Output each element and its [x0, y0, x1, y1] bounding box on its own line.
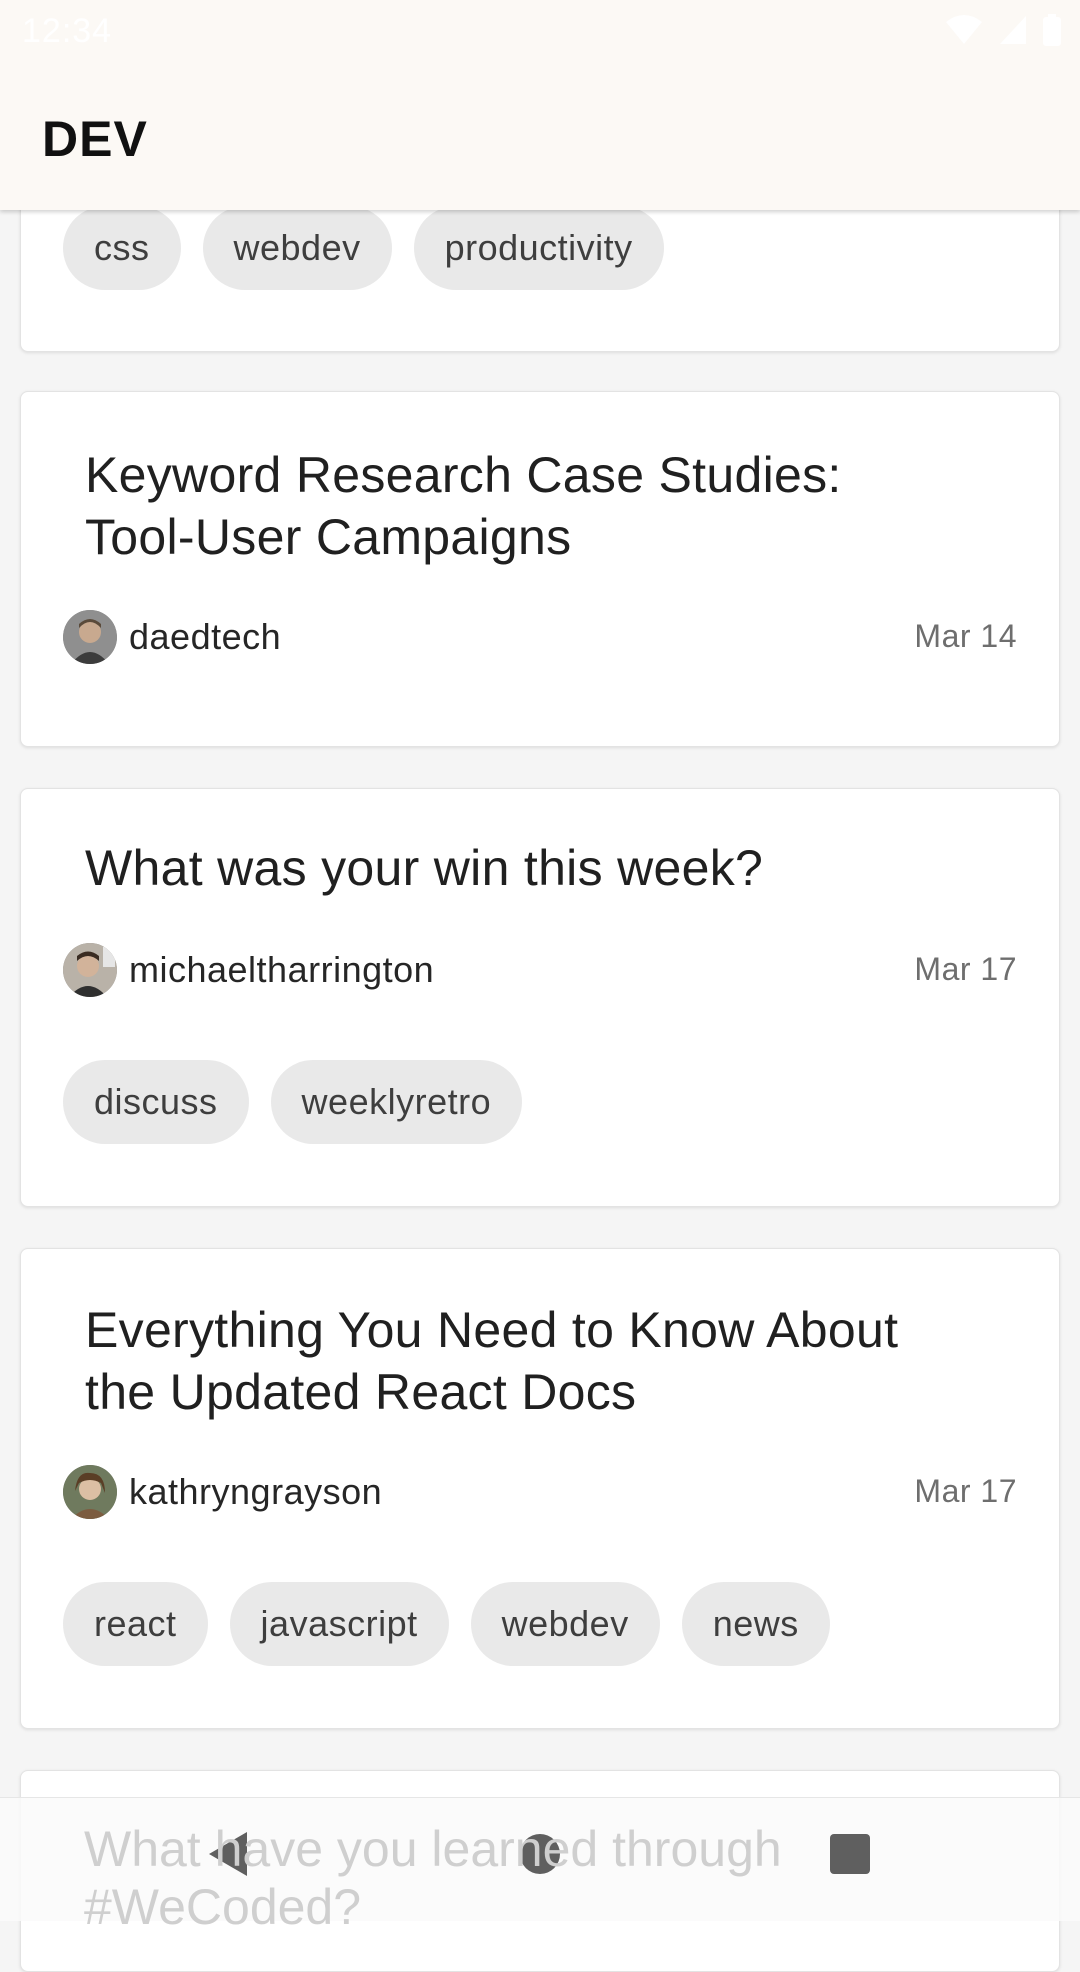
tag-chip[interactable]: news: [681, 1582, 830, 1666]
tag-chip[interactable]: webdev: [470, 1582, 660, 1666]
avatar-image: [63, 943, 117, 997]
post-date: Mar 14: [914, 618, 1017, 654]
article-title[interactable]: Everything You Need to Know About the Up…: [85, 1299, 985, 1423]
tag-chip[interactable]: discuss: [63, 1060, 249, 1144]
author-row: daedtech Mar 14: [63, 610, 1017, 666]
article-title-faded[interactable]: What have you learned through #WeCoded?: [84, 1820, 1044, 1936]
battery-icon: [1043, 14, 1061, 46]
article-title-line: the Updated React Docs: [85, 1364, 637, 1420]
article-title[interactable]: Keyword Research Case Studies: Tool-User…: [85, 444, 985, 568]
author-name[interactable]: daedtech: [129, 616, 281, 658]
status-icons: [944, 14, 1062, 46]
article-title[interactable]: What was your win this week?: [85, 837, 985, 899]
signal-icon: [1000, 16, 1026, 44]
avatar-image: [63, 610, 117, 664]
avatar[interactable]: [63, 610, 117, 664]
tag-chip[interactable]: javascript: [229, 1582, 449, 1666]
app-bar: DEV: [0, 64, 1080, 210]
article-title-line: Everything You Need to Know About: [85, 1302, 899, 1358]
tag-chip[interactable]: css: [63, 206, 181, 290]
article-card[interactable]: Keyword Research Case Studies: Tool-User…: [20, 391, 1060, 747]
avatar[interactable]: [63, 943, 117, 997]
status-time: 12:34: [22, 12, 113, 50]
article-card[interactable]: Everything You Need to Know About the Up…: [20, 1248, 1060, 1729]
tag-list: discuss weeklyretro: [63, 1060, 523, 1144]
article-title-line: Tool-User Campaigns: [85, 509, 572, 565]
avatar-image: [63, 1465, 117, 1519]
tag-chip[interactable]: weeklyretro: [270, 1060, 523, 1144]
tag-list: react javascript webdev news: [63, 1582, 830, 1666]
article-title-line: What have you learned through: [84, 1821, 782, 1877]
tag-chip[interactable]: react: [63, 1582, 208, 1666]
wifi-icon: [946, 15, 982, 44]
status-bar: 12:34: [0, 0, 1080, 64]
post-date: Mar 17: [914, 951, 1017, 987]
author-name[interactable]: michaeltharrington: [129, 949, 434, 991]
tag-list: css webdev productivity: [63, 206, 664, 290]
post-date: Mar 17: [914, 1473, 1017, 1509]
author-row: kathryngrayson Mar 17: [63, 1465, 1017, 1521]
article-card[interactable]: What was your win this week? michaelthar…: [20, 788, 1060, 1207]
article-title-line: #WeCoded?: [84, 1879, 362, 1935]
article-title-line: What was your win this week?: [85, 840, 764, 896]
tag-chip[interactable]: webdev: [202, 206, 392, 290]
app-title: DEV: [42, 111, 148, 167]
article-title-line: Keyword Research Case Studies:: [85, 447, 842, 503]
tag-chip[interactable]: productivity: [413, 206, 664, 290]
author-name[interactable]: kathryngrayson: [129, 1471, 382, 1513]
avatar[interactable]: [63, 1465, 117, 1519]
author-row: michaeltharrington Mar 17: [63, 943, 1017, 999]
